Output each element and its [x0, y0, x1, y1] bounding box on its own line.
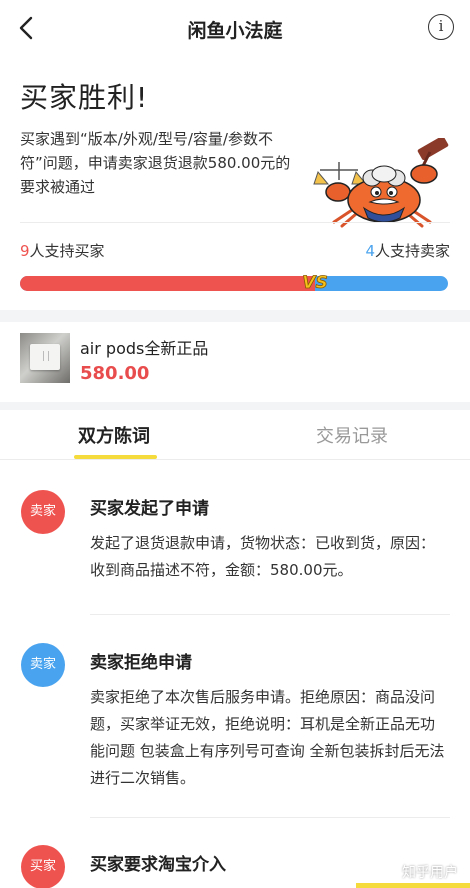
entry-divider	[90, 817, 450, 818]
info-icon[interactable]: i	[428, 14, 454, 40]
tab-bar: 双方陈词 交易记录	[0, 410, 470, 460]
product-price: 580.00	[80, 363, 150, 384]
bottom-accent-strip	[356, 883, 470, 888]
crab-judge-icon	[313, 138, 449, 228]
buyer-support-label: 人支持买家	[29, 242, 105, 260]
watermark: 知乎用户	[402, 865, 458, 881]
vs-badge: VS	[302, 273, 328, 294]
tab-statements[interactable]: 双方陈词	[78, 422, 150, 448]
support-counts: 9人支持买家 4人支持卖家	[20, 240, 450, 260]
active-tab-indicator	[74, 455, 157, 459]
seller-support-label: 人支持卖家	[374, 242, 450, 260]
entry-title: 买家要求淘宝介入	[90, 855, 226, 875]
vote-bar-buyer-fill	[20, 276, 315, 291]
product-thumbnail	[20, 333, 70, 383]
seller-support: 4人支持卖家	[365, 240, 450, 261]
product-card[interactable]: air pods全新正品 580.00	[0, 322, 470, 402]
buyer-support-count: 9	[20, 242, 30, 260]
avatar: 卖家	[21, 643, 65, 687]
airpods-box-icon	[30, 344, 60, 370]
seller-support-count: 4	[365, 242, 375, 260]
page-title: 闲鱼小法庭	[187, 20, 283, 42]
verdict-headline: 买家胜利!	[20, 81, 149, 114]
avatar: 买家	[21, 845, 65, 888]
entry-title: 买家发起了申请	[90, 499, 209, 519]
section-divider	[20, 222, 450, 223]
entry-body: 发起了退货退款申请，货物状态：已收到货，原因：收到商品描述不符，金额：580.0…	[90, 534, 436, 579]
section-gap	[0, 402, 470, 410]
nav-bar: 闲鱼小法庭 i	[0, 0, 470, 58]
section-gap	[0, 310, 470, 322]
entry-body: 卖家拒绝了本次售后服务申请。拒绝原因：商品没问题，买家举证无效，拒绝说明：耳机是…	[90, 688, 445, 787]
verdict-description: 买家遇到“版本/外观/型号/容量/参数不符”问题，申请卖家退货退款580.00元…	[20, 130, 291, 196]
entry-title: 卖家拒绝申请	[90, 653, 192, 673]
entry-divider	[90, 614, 450, 615]
avatar: 卖家	[21, 490, 65, 534]
buyer-support: 9人支持买家	[20, 240, 105, 261]
tab-transaction-records[interactable]: 交易记录	[316, 422, 388, 448]
vote-bar	[20, 276, 448, 291]
product-name: air pods全新正品	[80, 339, 209, 358]
